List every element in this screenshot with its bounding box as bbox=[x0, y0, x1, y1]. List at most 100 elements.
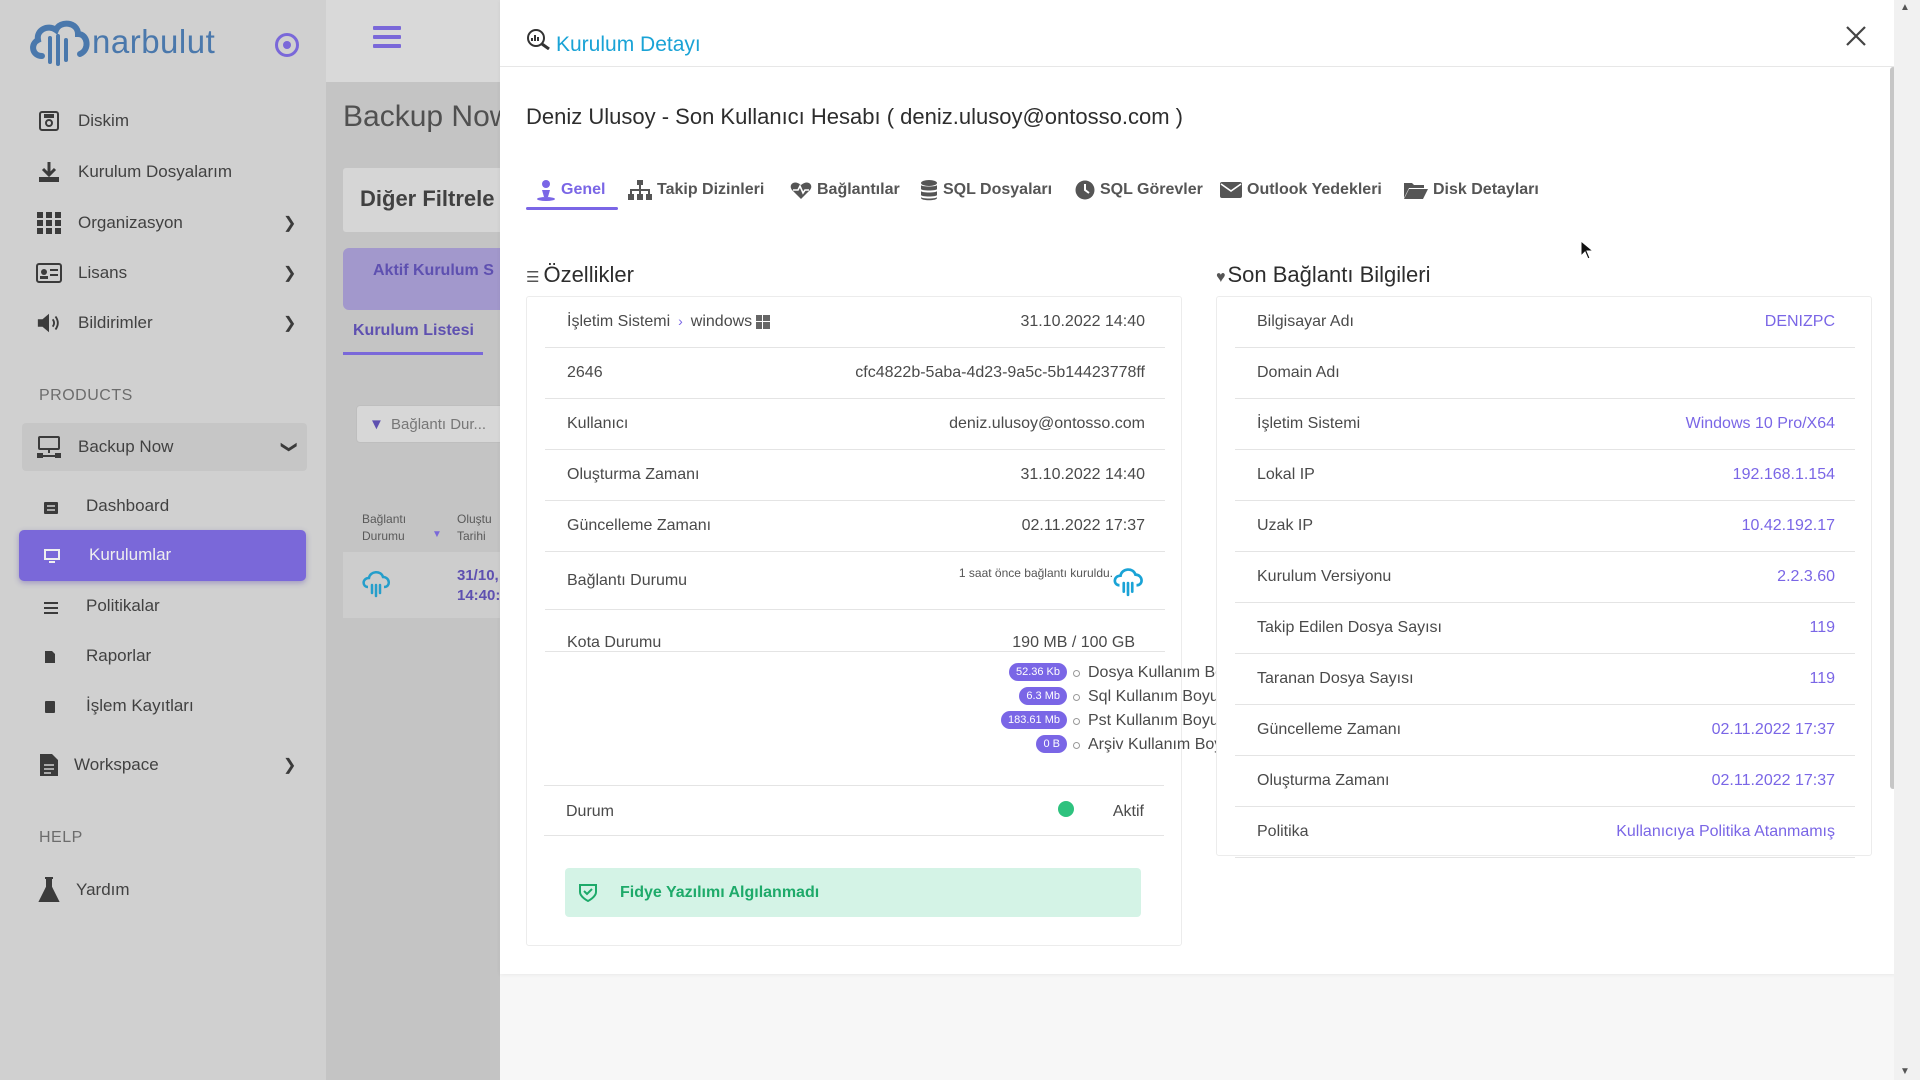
mouse-cursor-icon bbox=[1580, 239, 1595, 265]
quota-item-label: Pst Kullanım Boyutu bbox=[1088, 712, 1233, 729]
connection-label: Kurulum Versiyonu bbox=[1257, 568, 1392, 585]
tab-disk-detaylari[interactable]: Disk Detayları bbox=[1404, 170, 1539, 210]
connection-value: 02.11.2022 17:37 bbox=[1711, 721, 1835, 738]
property-label: Oluşturma Zamanı bbox=[567, 466, 700, 483]
property-row-os: İşletim Sistemi › windows 31.10.2022 14:40 bbox=[545, 297, 1165, 348]
tab-label: SQL Dosyaları bbox=[943, 181, 1053, 198]
os-value: windows bbox=[690, 313, 753, 330]
connection-row: Lokal IP 192.168.1.154 bbox=[1235, 450, 1855, 501]
alert-text: Fidye Yazılımı Algılanmadı bbox=[620, 883, 820, 901]
connection-row: Takip Edilen Dosya Sayısı 119 bbox=[1235, 603, 1855, 654]
connection-label: Lokal IP bbox=[1257, 466, 1315, 483]
modal-header: Kurulum Detayı bbox=[500, 0, 1896, 67]
connection-title-text: Son Bağlantı Bilgileri bbox=[1227, 262, 1431, 287]
os-label: İşletim Sistemi bbox=[567, 313, 671, 330]
close-icon[interactable] bbox=[1845, 25, 1871, 51]
property-label: Güncelleme Zamanı bbox=[567, 517, 712, 534]
connection-value: 2.2.3.60 bbox=[1777, 568, 1835, 585]
property-row-status: Durum Aktif bbox=[544, 785, 1164, 836]
tab-outlook-yedekleri[interactable]: Outlook Yedekleri bbox=[1220, 170, 1382, 210]
connection-value: Windows 10 Pro/X64 bbox=[1685, 415, 1835, 432]
connection-title: ♥Son Bağlantı Bilgileri bbox=[1216, 262, 1431, 288]
account-subject: Deniz Ulusoy - Son Kullanıcı Hesabı ( de… bbox=[526, 104, 1183, 129]
connection-value: Kullanıcıya Politika Atanmamış bbox=[1616, 823, 1835, 840]
connection-label: Güncelleme Zamanı bbox=[1257, 721, 1402, 738]
tab-genel[interactable]: Genel bbox=[536, 170, 605, 210]
quota-badge: 0 B bbox=[1036, 735, 1067, 753]
tab-label: Outlook Yedekleri bbox=[1247, 181, 1382, 198]
list-icon: ☰ bbox=[526, 269, 540, 286]
quota-badge: 6.3 Mb bbox=[1019, 687, 1067, 705]
modal-body: Kurulum Detayı Deniz Ulusoy - Son Kullan… bbox=[500, 0, 1896, 974]
property-value: 31.10.2022 14:40 bbox=[1020, 313, 1145, 330]
windows-icon bbox=[756, 314, 771, 329]
property-row-created: Oluşturma Zamanı 31.10.2022 14:40 bbox=[545, 450, 1165, 501]
scroll-down-icon[interactable]: ▼ bbox=[1900, 1066, 1910, 1077]
property-value: 31.10.2022 14:40 bbox=[1020, 466, 1145, 483]
connection-row: Bilgisayar Adı DENIZPC bbox=[1235, 297, 1855, 348]
connection-row: Güncelleme Zamanı 02.11.2022 17:37 bbox=[1235, 705, 1855, 756]
shield-check-icon bbox=[579, 884, 597, 902]
connection-value: 119 bbox=[1809, 619, 1835, 636]
connection-label: İşletim Sistemi bbox=[1257, 415, 1361, 432]
chevron-right-icon: › bbox=[678, 313, 683, 329]
property-value: Aktif bbox=[1112, 803, 1144, 820]
tab-sql-gorevler[interactable]: SQL Görevler bbox=[1075, 170, 1203, 210]
tab-label: Genel bbox=[561, 181, 606, 198]
modal-title: Kurulum Detayı bbox=[556, 33, 701, 56]
property-row-connection: Bağlantı Durumu 1 saat önce bağlantı kur… bbox=[545, 552, 1165, 610]
connection-label: Uzak IP bbox=[1257, 517, 1314, 534]
clock-icon bbox=[1075, 180, 1095, 200]
property-row-updated: Güncelleme Zamanı 02.11.2022 17:37 bbox=[545, 501, 1165, 552]
connection-label: Bilgisayar Adı bbox=[1257, 313, 1354, 330]
folder-open-icon bbox=[1404, 183, 1428, 199]
tab-label: Bağlantılar bbox=[817, 181, 900, 198]
database-icon bbox=[921, 180, 937, 201]
property-value: 02.11.2022 17:37 bbox=[1021, 517, 1145, 534]
property-label: Bağlantı Durumu bbox=[567, 571, 688, 589]
status-dot-icon bbox=[1058, 801, 1074, 817]
connection-label: Taranan Dosya Sayısı bbox=[1257, 670, 1414, 687]
connection-value: 192.168.1.154 bbox=[1732, 466, 1835, 483]
connection-card: Bilgisayar Adı DENIZPC Domain Adı İşletim S… bbox=[1216, 296, 1872, 858]
sitemap-icon bbox=[628, 180, 652, 200]
modal-backdrop[interactable] bbox=[0, 0, 500, 1080]
heartbeat-icon bbox=[790, 182, 812, 199]
property-value: 190 MB / 100 GB bbox=[1012, 634, 1135, 651]
property-row-user: Kullanıcı deniz.ulusoy@ontosso.com bbox=[545, 399, 1165, 450]
connection-row: Politika Kullanıcıya Politika Atanmamış bbox=[1235, 807, 1855, 858]
person-icon bbox=[537, 180, 555, 201]
tab-baglantilar[interactable]: Bağlantılar bbox=[790, 170, 900, 210]
scroll-up-icon[interactable]: ▲ bbox=[1900, 2, 1910, 13]
quota-badge: 183.61 Mb bbox=[1001, 711, 1067, 729]
tab-takip-dizinleri[interactable]: Takip Dizinleri bbox=[628, 170, 764, 210]
connection-label: Politika bbox=[1257, 823, 1309, 840]
page-scrollbar[interactable] bbox=[1894, 0, 1920, 1080]
connection-value: 10.42.192.17 bbox=[1741, 517, 1835, 534]
quota-item-label: Sql Kullanım Boyutu bbox=[1088, 688, 1233, 705]
connection-label: Takip Edilen Dosya Sayısı bbox=[1257, 619, 1442, 636]
connection-row: Uzak IP 10.42.192.17 bbox=[1235, 501, 1855, 552]
chart-search-icon bbox=[526, 28, 552, 55]
property-value: cfc4822b-5aba-4d23-9a5c-5b14423778ff bbox=[855, 364, 1145, 381]
properties-title: ☰ Özellikler bbox=[526, 262, 634, 288]
quota-item: Sql Kullanım Boyutu bbox=[1073, 688, 1232, 706]
tab-label: Disk Detayları bbox=[1433, 181, 1539, 198]
connection-row: Kurulum Versiyonu 2.2.3.60 bbox=[1235, 552, 1855, 603]
active-tab-underline bbox=[526, 207, 618, 210]
connection-value: 119 bbox=[1809, 670, 1835, 687]
property-label: Kullanıcı bbox=[567, 415, 629, 432]
property-value: deniz.ulusoy@ontosso.com bbox=[949, 415, 1145, 432]
quota-badge: 52.36 Kb bbox=[1008, 663, 1067, 681]
tab-sql-dosyalari[interactable]: SQL Dosyaları bbox=[920, 170, 1052, 210]
tab-label: SQL Görevler bbox=[1100, 181, 1203, 198]
connection-row: Oluşturma Zamanı 02.11.2022 17:37 bbox=[1235, 756, 1855, 807]
connection-note: 1 saat önce bağlantı kuruldu. bbox=[958, 566, 1113, 580]
property-label: 2646 bbox=[567, 364, 603, 381]
connection-row: Taranan Dosya Sayısı 119 bbox=[1235, 654, 1855, 705]
properties-title-text: Özellikler bbox=[543, 262, 634, 287]
property-row-quota: Kota Durumu 190 MB / 100 GB bbox=[545, 610, 1165, 652]
heart-icon: ♥ bbox=[1216, 269, 1226, 286]
connection-label: Oluşturma Zamanı bbox=[1257, 772, 1390, 789]
property-label: İşletim Sistemi › windows bbox=[567, 313, 771, 331]
